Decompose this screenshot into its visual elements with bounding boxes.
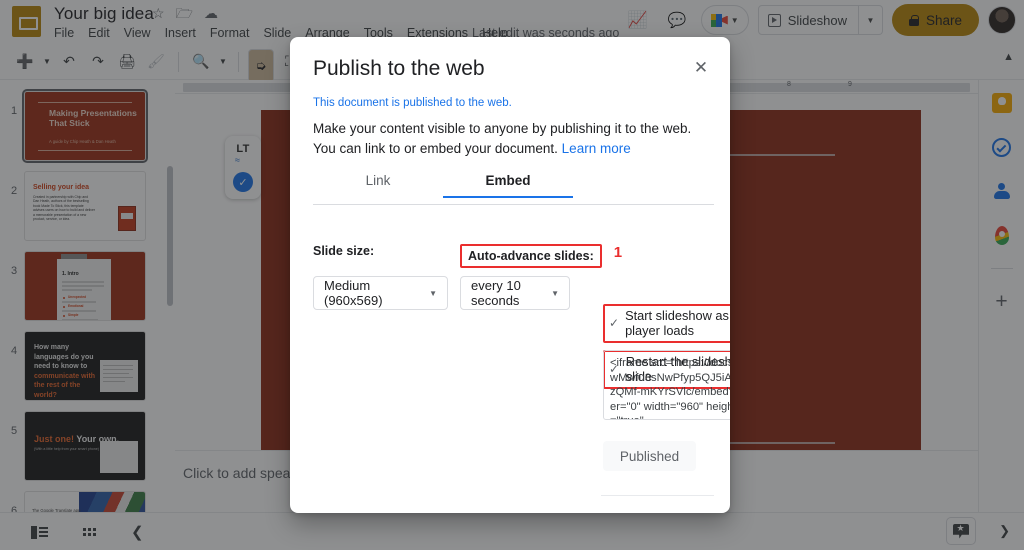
dialog-description: Make your content visible to anyone by p… (313, 119, 714, 159)
checkmark-icon: ✓ (609, 316, 620, 330)
start-slideshow-checkbox[interactable]: ✓ Start slideshow as soon as the player … (603, 304, 730, 343)
learn-more-link[interactable]: Learn more (562, 141, 631, 156)
auto-advance-label: Auto-advance slides: (460, 244, 602, 268)
slides-app-window: Your big idea ☆ 🗁 ☁ File Edit View Inser… (0, 0, 1024, 550)
embed-code-text: <iframe src="https://docs.google.com/pre… (610, 357, 730, 419)
tab-link[interactable]: Link (313, 173, 443, 196)
close-icon[interactable]: ✕ (690, 57, 712, 79)
published-button[interactable]: Published (603, 441, 696, 471)
dialog-tabs: Link Embed (313, 173, 714, 205)
annotation-number-1: 1 (613, 244, 623, 261)
slide-size-select[interactable]: Medium (960x569) ▼ (313, 276, 448, 310)
slide-size-label: Slide size: (313, 244, 375, 258)
embed-settings: Slide size: Auto-advance slides: 1 Mediu… (313, 244, 622, 310)
dialog-title: Publish to the web (313, 57, 485, 80)
divider (601, 495, 714, 496)
chevron-down-icon: ▼ (551, 288, 559, 298)
start-slideshow-row: ✓ Start slideshow as soon as the player … (603, 304, 730, 343)
dialog-body: This document is published to the web. M… (313, 97, 714, 159)
settings-labels-row: Slide size: Auto-advance slides: 1 (313, 244, 622, 268)
chevron-down-icon: ▼ (429, 288, 437, 298)
publish-status-note: This document is published to the web. (313, 97, 512, 109)
description-text: Make your content visible to anyone by p… (313, 121, 692, 156)
settings-selects-row: Medium (960x569) ▼ every 10 seconds ▼ (313, 268, 622, 310)
embed-code-textarea[interactable]: <iframe src="https://docs.google.com/pre… (603, 350, 730, 420)
slide-size-value: Medium (960x569) (324, 278, 383, 308)
auto-advance-value: every 10 seconds (471, 278, 521, 308)
start-slideshow-label: Start slideshow as soon as the player lo… (625, 308, 730, 338)
auto-advance-select[interactable]: every 10 seconds ▼ (460, 276, 570, 310)
publish-to-web-dialog: Publish to the web ✕ This document is pu… (290, 37, 730, 513)
tab-embed[interactable]: Embed (443, 173, 573, 198)
